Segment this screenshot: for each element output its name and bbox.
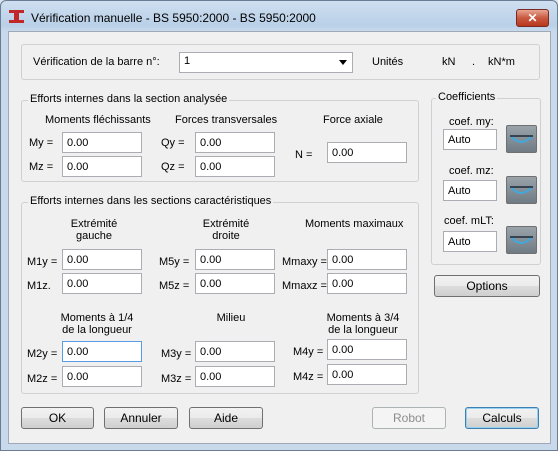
- coefficients-title: Coefficients: [436, 91, 498, 103]
- help-button[interactable]: Aide: [189, 407, 263, 429]
- units-force: kN: [442, 56, 456, 68]
- bending-moments-heading: Moments fléchissants: [45, 114, 151, 126]
- coef-mz-input[interactable]: [443, 180, 497, 201]
- axial-force-heading: Force axiale: [323, 114, 383, 126]
- m1z-input[interactable]: [62, 273, 142, 294]
- qz-input[interactable]: [195, 156, 275, 177]
- mmaxz-label: Mmaxz =: [282, 280, 327, 292]
- bar-number-value: 1: [184, 55, 191, 67]
- mmaxz-input[interactable]: [327, 273, 407, 294]
- n-input[interactable]: [327, 142, 407, 163]
- mz-input[interactable]: [62, 156, 142, 177]
- m1y-label: M1y =: [27, 256, 58, 268]
- bar-number-select[interactable]: 1: [179, 52, 353, 73]
- robot-button[interactable]: Robot: [372, 407, 446, 429]
- m3y-label: M3y =: [161, 348, 192, 360]
- transverse-forces-heading: Forces transversales: [175, 114, 278, 126]
- dialog-client: Vérification de la barre n°: 1 Unités kN…: [8, 31, 551, 444]
- coef-mlt-diagram-button[interactable]: [506, 226, 537, 254]
- moment-diagram-icon: [510, 236, 533, 244]
- my-label: My =: [29, 137, 54, 149]
- mmaxy-input[interactable]: [327, 249, 407, 270]
- mz-label: Mz =: [29, 161, 54, 173]
- n-label: N =: [295, 149, 313, 161]
- units-moment: kN*m: [488, 56, 515, 68]
- right-end-heading: Extrémité droite: [202, 218, 250, 242]
- options-button[interactable]: Options: [434, 275, 540, 297]
- m3y-input[interactable]: [195, 341, 275, 362]
- quarter-heading: Moments à 1/4 de la longueur: [60, 312, 134, 336]
- m2y-input[interactable]: [62, 341, 142, 362]
- dialog-window: Vérification manuelle - BS 5950:2000 - B…: [0, 0, 558, 451]
- units-separator: .: [472, 56, 476, 68]
- window-title: Vérification manuelle - BS 5950:2000 - B…: [31, 11, 316, 25]
- m5z-label: M5z =: [159, 280, 190, 292]
- m4y-input[interactable]: [327, 339, 407, 360]
- calculations-button[interactable]: Calculs: [465, 407, 539, 429]
- close-button[interactable]: ✕: [516, 9, 549, 27]
- coef-my-diagram-button[interactable]: [506, 125, 537, 153]
- qz-label: Qz =: [161, 161, 185, 173]
- m4z-label: M4z =: [293, 371, 324, 383]
- left-end-heading: Extrémité gauche: [70, 218, 118, 242]
- moment-diagram-icon: [510, 186, 533, 194]
- middle-heading: Milieu: [216, 312, 246, 324]
- ok-button[interactable]: OK: [21, 407, 94, 429]
- m5y-label: M5y =: [159, 256, 190, 268]
- m5z-input[interactable]: [195, 273, 275, 294]
- coef-my-input[interactable]: [443, 129, 497, 150]
- m4y-label: M4y =: [293, 346, 324, 358]
- coef-mz-diagram-button[interactable]: [506, 176, 537, 204]
- m3z-label: M3z =: [161, 373, 192, 385]
- qy-input[interactable]: [195, 132, 275, 153]
- title-bar: Vérification manuelle - BS 5950:2000 - B…: [1, 1, 557, 31]
- m1z-label: M1z.: [27, 280, 51, 292]
- m2z-label: M2z =: [27, 373, 58, 385]
- coef-my-label: coef. my:: [449, 116, 494, 128]
- my-input[interactable]: [62, 132, 142, 153]
- m3z-input[interactable]: [195, 366, 275, 387]
- max-moments-heading: Moments maximaux: [305, 218, 404, 230]
- coef-mz-label: coef. mz:: [449, 165, 494, 177]
- mmaxy-label: Mmaxy =: [282, 256, 327, 268]
- app-beam-icon: [9, 10, 24, 23]
- chevron-down-icon: [339, 60, 347, 65]
- m1y-input[interactable]: [62, 249, 142, 270]
- section-analyzed-title: Efforts internes dans la section analysé…: [28, 93, 230, 105]
- m2y-label: M2y =: [27, 348, 58, 360]
- characteristic-sections-title: Efforts internes dans les sections carac…: [28, 195, 274, 207]
- bar-check-label: Vérification de la barre n°:: [33, 56, 160, 68]
- three-quarter-heading: Moments à 3/4 de la longueur: [326, 312, 400, 336]
- m4z-input[interactable]: [327, 364, 407, 385]
- coef-mlt-label: coef. mLT:: [444, 215, 494, 227]
- units-label: Unités: [372, 56, 404, 68]
- cancel-button[interactable]: Annuler: [104, 407, 178, 429]
- moment-diagram-icon: [510, 135, 533, 143]
- m2z-input[interactable]: [62, 366, 142, 387]
- m5y-input[interactable]: [195, 249, 275, 270]
- qy-label: Qy =: [161, 137, 185, 149]
- close-icon: ✕: [527, 11, 538, 25]
- coef-mlt-input[interactable]: [443, 231, 497, 252]
